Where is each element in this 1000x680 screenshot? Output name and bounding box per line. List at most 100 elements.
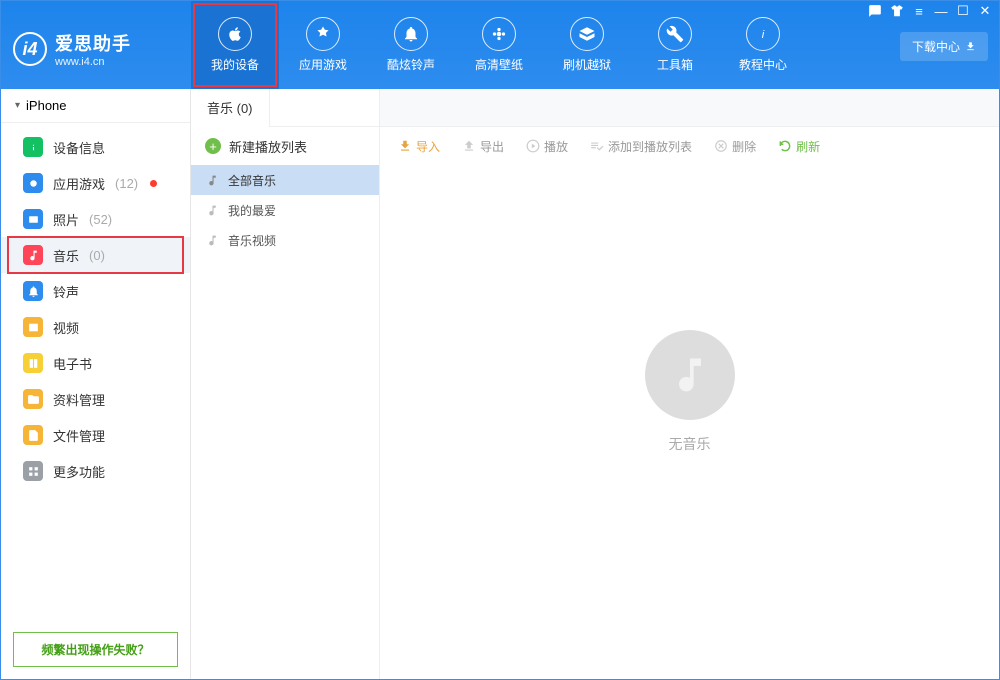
maximize-icon[interactable]: ☐ [956,4,970,18]
category-label: 我的最爱 [228,202,276,219]
export-button[interactable]: 导出 [462,138,504,155]
plus-icon: + [205,138,221,154]
export-icon [462,139,476,153]
menu-icon[interactable]: ≡ [912,4,926,18]
main-content: 导入 导出 播放 添加到播放列表 删除 刷新 [380,89,999,679]
shirt-icon[interactable] [890,4,904,18]
box-open-icon [570,17,604,51]
import-icon [398,139,412,153]
music-category-panel: 音乐 (0) + 新建播放列表 全部音乐 我的最爱 音乐视频 [191,89,380,679]
category-favorites[interactable]: 我的最爱 [191,195,379,225]
import-button[interactable]: 导入 [398,138,440,155]
nav-toolbox[interactable]: 工具箱 [631,1,719,89]
sidebar-list: 设备信息 应用游戏 (12) 照片 (52) 音乐 (0) 铃声 [1,123,190,620]
bell-icon [23,281,43,301]
nav-app-games[interactable]: 应用游戏 [279,1,367,89]
sidebar-item-apps[interactable]: 应用游戏 (12) [1,165,190,201]
music-note-icon [205,173,220,188]
refresh-icon [778,139,792,153]
nav-label: 工具箱 [657,56,693,73]
apple-icon [218,17,252,51]
notification-dot-icon [150,180,157,187]
sidebar-item-photos[interactable]: 照片 (52) [1,201,190,237]
delete-button[interactable]: 删除 [714,138,756,155]
empty-state: 无音乐 [380,165,999,679]
window-controls: ≡ — ☐ ✕ [868,4,992,18]
book-icon [23,353,43,373]
flower-icon [482,17,516,51]
app-header: i4 爱思助手 www.i4.cn 我的设备 应用游戏 酷炫铃声 [1,1,999,89]
close-icon[interactable]: ✕ [978,4,992,18]
nav-label: 我的设备 [211,56,259,73]
sidebar-item-ebooks[interactable]: 电子书 [1,345,190,381]
action-label: 导入 [416,138,440,155]
sidebar-item-data-mgmt[interactable]: 资料管理 [1,381,190,417]
info-icon: i [746,17,780,51]
logo-icon: i4 [13,32,47,66]
music-category-list: 全部音乐 我的最爱 音乐视频 [191,165,379,255]
minimize-icon[interactable]: — [934,4,948,18]
svg-text:i: i [762,29,765,41]
action-label: 刷新 [796,138,820,155]
photo-icon [23,209,43,229]
chevron-down-icon: ▾ [15,100,20,111]
chat-icon[interactable] [868,4,882,18]
refresh-button[interactable]: 刷新 [778,138,820,155]
sidebar-item-ringtones[interactable]: 铃声 [1,273,190,309]
play-icon [526,139,540,153]
playlist-add-icon [590,139,604,153]
music-note-icon [205,233,220,248]
empty-music-icon [645,330,735,420]
body-layout: ▾ iPhone 设备信息 应用游戏 (12) 照片 (52) 音乐 [1,89,999,679]
music-note-icon [205,203,220,218]
category-label: 全部音乐 [228,172,276,189]
nav-my-device[interactable]: 我的设备 [191,1,279,89]
appstore-icon [306,17,340,51]
bell-icon [394,17,428,51]
sidebar-item-file-mgmt[interactable]: 文件管理 [1,417,190,453]
info-circle-icon [23,137,43,157]
nav-tutorials[interactable]: i 教程中心 [719,1,807,89]
sidebar-label: 电子书 [53,354,92,373]
sidebar-label: 文件管理 [53,426,105,445]
action-bar: 导入 导出 播放 添加到播放列表 删除 刷新 [380,127,999,165]
toolbar-spacer [380,89,999,127]
device-selector[interactable]: ▾ iPhone [1,89,190,123]
category-all-music[interactable]: 全部音乐 [191,165,379,195]
sidebar-label: 更多功能 [53,462,105,481]
new-playlist-button[interactable]: + 新建播放列表 [191,127,379,165]
nav-ringtones[interactable]: 酷炫铃声 [367,1,455,89]
sidebar-item-device-info[interactable]: 设备信息 [1,129,190,165]
brand-subtitle: www.i4.cn [55,56,131,68]
sidebar-item-videos[interactable]: 视频 [1,309,190,345]
new-playlist-label: 新建播放列表 [229,137,307,156]
nav-flash-jailbreak[interactable]: 刷机越狱 [543,1,631,89]
download-icon [965,41,976,52]
sidebar-item-music[interactable]: 音乐 (0) [1,237,190,273]
tab-bar: 音乐 (0) [191,89,379,127]
nav-label: 应用游戏 [299,56,347,73]
download-center-button[interactable]: 下载中心 [900,32,988,61]
sidebar-label: 照片 [53,210,79,229]
action-label: 添加到播放列表 [608,138,692,155]
category-music-video[interactable]: 音乐视频 [191,225,379,255]
sidebar-count: (12) [115,176,138,191]
nav-label: 酷炫铃声 [387,56,435,73]
film-icon [23,317,43,337]
nav-label: 高清壁纸 [475,56,523,73]
sidebar-item-more[interactable]: 更多功能 [1,453,190,489]
delete-icon [714,139,728,153]
add-to-playlist-button[interactable]: 添加到播放列表 [590,138,692,155]
brand-title: 爱思助手 [55,30,131,56]
device-sidebar: ▾ iPhone 设备信息 应用游戏 (12) 照片 (52) 音乐 [1,89,191,679]
nav-label: 刷机越狱 [563,56,611,73]
device-name: iPhone [26,98,66,113]
download-center-label: 下载中心 [912,38,960,55]
help-link[interactable]: 频繁出现操作失败？ [13,632,178,667]
brand-text: 爱思助手 www.i4.cn [55,30,131,68]
music-note-icon [23,245,43,265]
nav-wallpapers[interactable]: 高清壁纸 [455,1,543,89]
tab-music[interactable]: 音乐 (0) [191,89,270,126]
play-button[interactable]: 播放 [526,138,568,155]
folder-icon [23,389,43,409]
